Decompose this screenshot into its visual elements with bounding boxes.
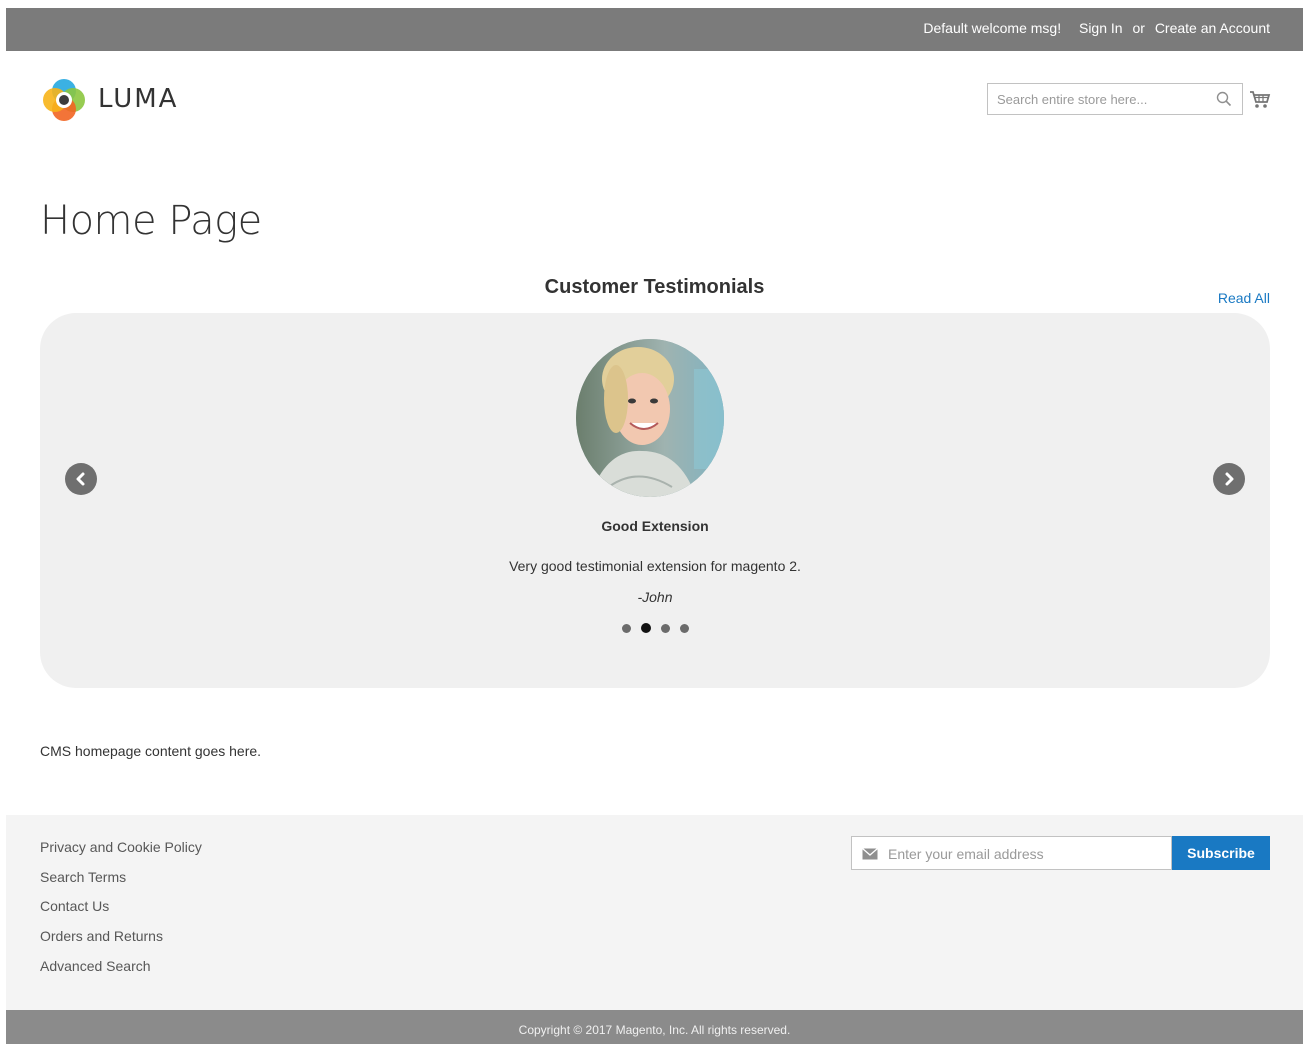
testimonial-text: Very good testimonial extension for mage… bbox=[509, 558, 801, 574]
logo-text: LUMA bbox=[98, 84, 179, 114]
footer-link-search-terms[interactable]: Search Terms bbox=[40, 867, 202, 897]
envelope-icon bbox=[862, 847, 878, 865]
create-account-link[interactable]: Create an Account bbox=[1155, 20, 1270, 36]
search-box bbox=[987, 83, 1243, 115]
newsletter-field bbox=[851, 836, 1172, 871]
slider-dot[interactable] bbox=[679, 624, 689, 633]
page-title: Home Page bbox=[40, 197, 262, 244]
welcome-message: Default welcome msg! bbox=[923, 20, 1062, 36]
slider-dot[interactable] bbox=[621, 624, 631, 633]
footer-link-privacy[interactable]: Privacy and Cookie Policy bbox=[40, 837, 202, 867]
slider-dot-active[interactable] bbox=[640, 623, 651, 633]
chevron-left-icon bbox=[76, 472, 85, 486]
search-icon[interactable] bbox=[1216, 91, 1232, 112]
testimonial-slider: Good Extension Very good testimonial ext… bbox=[40, 313, 1270, 688]
footer: Privacy and Cookie Policy Search Terms C… bbox=[6, 815, 1303, 1010]
footer-link-advanced-search[interactable]: Advanced Search bbox=[40, 956, 202, 986]
sign-in-link[interactable]: Sign In bbox=[1079, 20, 1123, 36]
top-header-bar: Default welcome msg! Sign In or Create a… bbox=[6, 8, 1303, 51]
store-logo[interactable]: LUMA bbox=[40, 76, 200, 124]
read-all-link[interactable]: Read All bbox=[1218, 290, 1270, 306]
slider-pagination bbox=[40, 623, 1270, 633]
cms-content: CMS homepage content goes here. bbox=[40, 743, 262, 759]
testimonial-avatar bbox=[576, 339, 724, 497]
testimonials-heading: Customer Testimonials bbox=[544, 276, 765, 298]
footer-link-contact[interactable]: Contact Us bbox=[40, 896, 202, 926]
header-separator: or bbox=[1132, 20, 1145, 36]
slider-dot[interactable] bbox=[660, 624, 670, 633]
cart-icon[interactable] bbox=[1249, 90, 1271, 115]
search-input[interactable] bbox=[988, 84, 1207, 114]
header-links: Default welcome msg! Sign In or Create a… bbox=[923, 20, 1270, 36]
page: Default welcome msg! Sign In or Create a… bbox=[6, 8, 1303, 1044]
slider-prev-button[interactable] bbox=[65, 463, 97, 495]
footer-link-orders-returns[interactable]: Orders and Returns bbox=[40, 926, 202, 956]
footer-links: Privacy and Cookie Policy Search Terms C… bbox=[40, 837, 202, 985]
chevron-right-icon bbox=[1225, 472, 1234, 486]
subscribe-button[interactable]: Subscribe bbox=[1172, 836, 1270, 870]
testimonial-author: -John bbox=[637, 589, 673, 605]
slider-next-button[interactable] bbox=[1213, 463, 1245, 495]
newsletter-email-input[interactable] bbox=[886, 837, 1170, 871]
testimonial-title: Good Extension bbox=[601, 518, 709, 534]
copyright: Copyright © 2017 Magento, Inc. All right… bbox=[6, 1010, 1303, 1044]
luma-logo-icon bbox=[43, 79, 85, 121]
